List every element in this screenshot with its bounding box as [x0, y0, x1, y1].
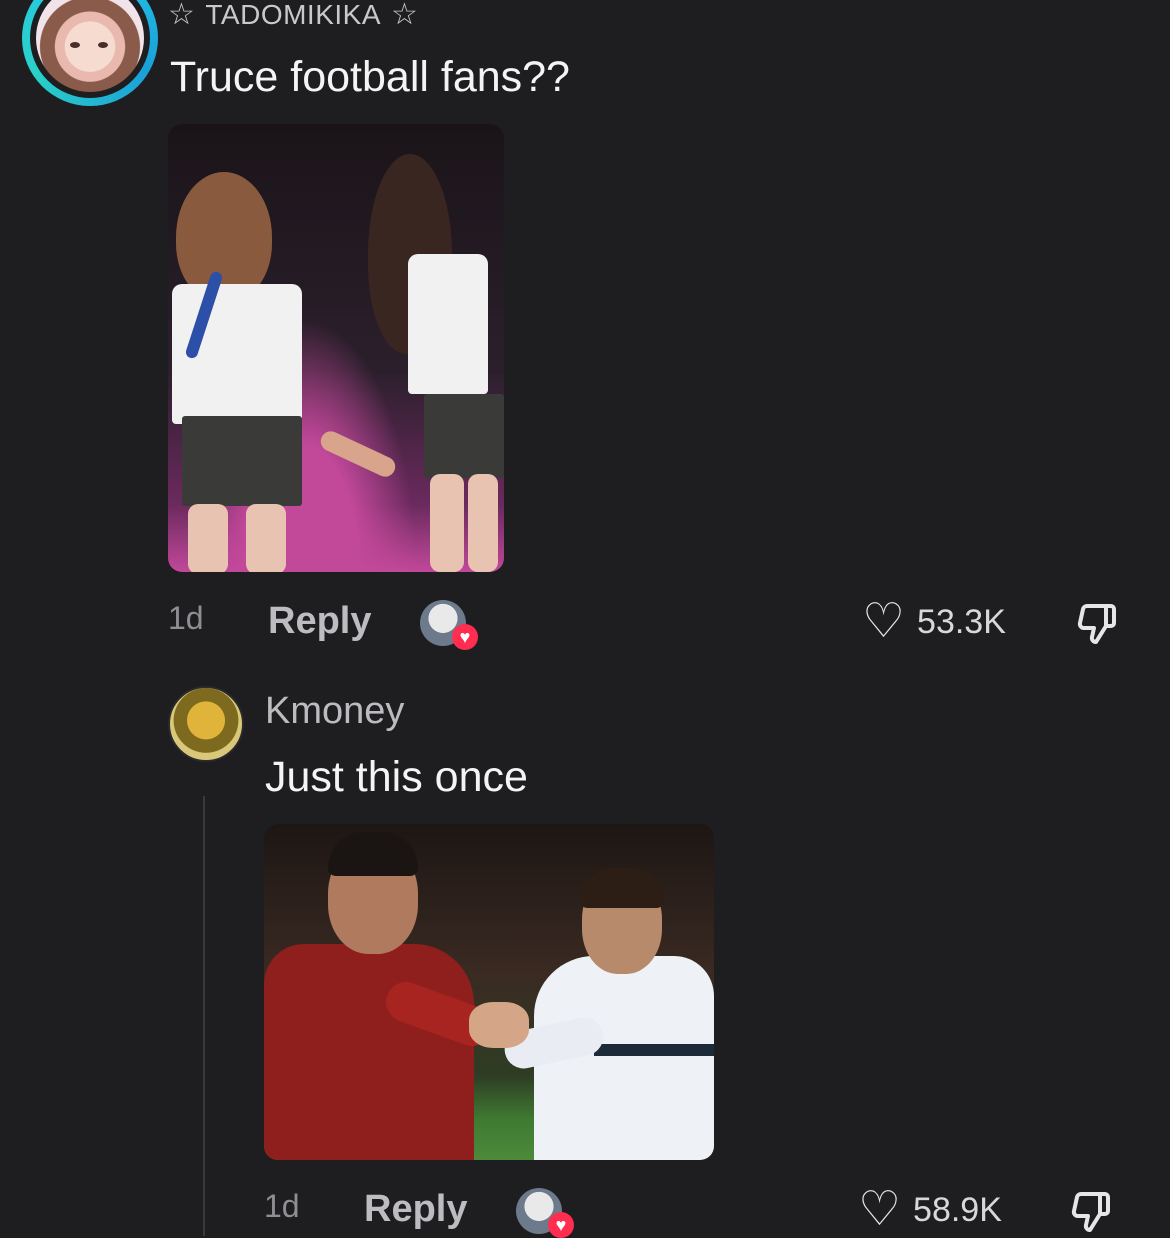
creator-liked-badge: ♥ [420, 600, 478, 650]
avatar-image [36, 0, 144, 92]
thumbs-down-icon[interactable] [1066, 1188, 1114, 1236]
reply-button[interactable]: Reply [364, 1188, 467, 1231]
reply-button[interactable]: Reply [268, 600, 371, 643]
star-icon: ☆ [391, 0, 419, 31]
heart-outline-icon[interactable]: ♡ [858, 1186, 901, 1234]
creator-liked-heart-icon: ♥ [452, 624, 478, 650]
handshake [469, 1002, 529, 1048]
creator-liked-badge: ♥ [516, 1188, 574, 1238]
username-text: TADOMIKIKA [205, 0, 382, 30]
creator-liked-heart-icon: ♥ [548, 1212, 574, 1238]
reply-photo[interactable] [264, 824, 714, 1160]
star-icon: ☆ [168, 0, 196, 31]
comment-time: 1d [168, 600, 204, 636]
reply-username[interactable]: Kmoney [265, 690, 404, 733]
thread-line [203, 796, 205, 1236]
reply-time: 1d [264, 1188, 300, 1224]
comment-username[interactable]: ☆ TADOMIKIKA ☆ [168, 0, 418, 30]
player-left [264, 944, 474, 1160]
avatar-kmoney[interactable] [168, 686, 244, 762]
reply-text: Just this once [265, 753, 528, 801]
holding-hands [317, 428, 399, 480]
comment-text: Truce football fans?? [170, 53, 570, 101]
like-count: 58.9K [913, 1190, 1002, 1229]
heart-outline-icon[interactable]: ♡ [862, 598, 905, 646]
thumbs-down-icon[interactable] [1072, 600, 1120, 648]
avatar-tadomikika[interactable] [22, 0, 158, 106]
comment-photo[interactable] [168, 124, 504, 572]
like-count: 53.3K [917, 602, 1006, 641]
